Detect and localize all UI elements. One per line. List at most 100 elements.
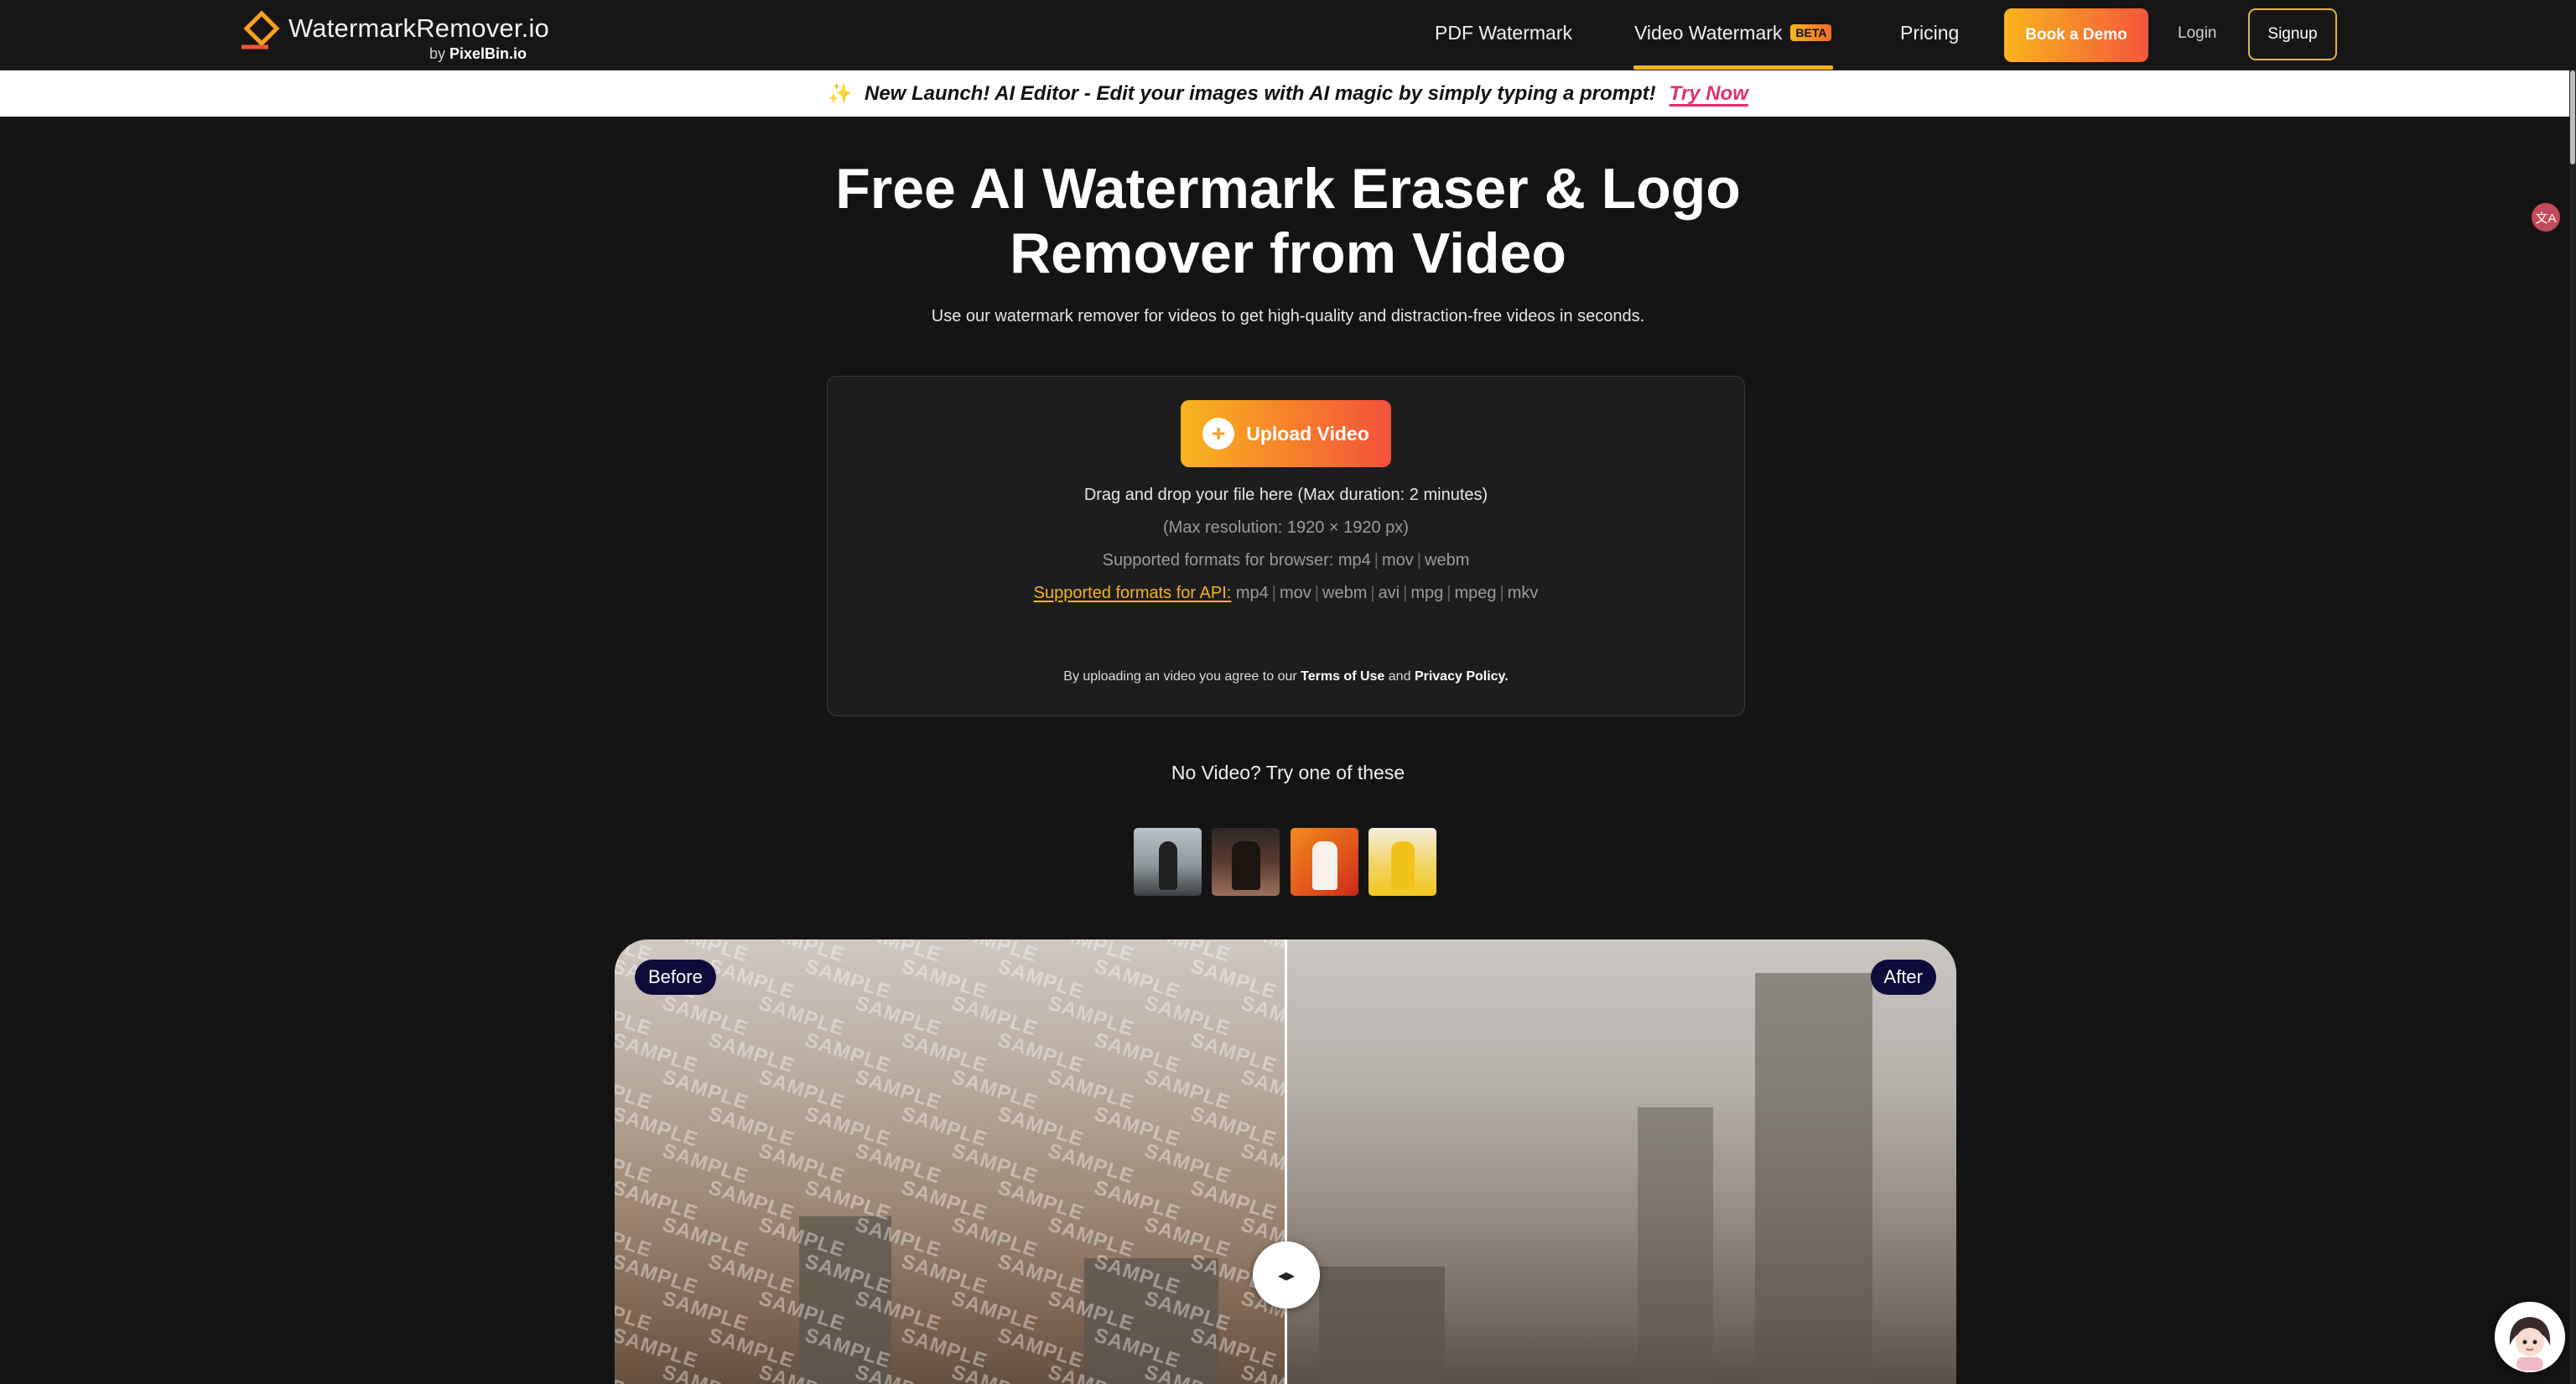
- try-now-link[interactable]: Try Now: [1670, 82, 1748, 106]
- watermark-text: SAMPLE: [802, 1324, 894, 1373]
- watermark-text: SAMPLE: [852, 1139, 944, 1189]
- left-right-arrows-icon[interactable]: ◂▸: [1253, 1241, 1320, 1309]
- watermark-text: SAMPLE: [615, 1324, 701, 1373]
- watermark-text: SAMPLE: [1045, 1065, 1137, 1115]
- watermark-text: SAMPLE: [615, 1361, 655, 1384]
- format-tag: mpg: [1410, 584, 1444, 602]
- watermark-text: SAMPLE: [898, 1250, 990, 1299]
- watermark-text: SAMPLE: [1091, 955, 1183, 1004]
- watermark-text: SAMPLE: [802, 955, 894, 1004]
- watermark-text: SAMPLE: [852, 1361, 944, 1384]
- chat-assistant-avatar-icon[interactable]: [2495, 1302, 2565, 1372]
- avatar-illustration: [2495, 1302, 2565, 1372]
- watermark-text: SAMPLE: [1045, 1361, 1137, 1384]
- brand-name: WatermarkRemover.io: [288, 13, 549, 43]
- format-tag: mp4: [1337, 551, 1371, 570]
- before-image: SAMPLE SAMPLE SAMPLE SAMPLE SAMPLE SAMPLE SAMP…: [615, 939, 1285, 1384]
- scrollbar-thumb[interactable]: [2570, 70, 2575, 164]
- watermark-text: SAMPLE: [852, 1213, 944, 1262]
- format-separator: |: [1446, 584, 1452, 602]
- watermark-text: SAMPLE: [948, 1287, 1041, 1336]
- watermark-text: SAMPLE: [948, 991, 1041, 1041]
- login-link[interactable]: Login: [2178, 24, 2217, 43]
- watermark-text: SAMPLE: [1141, 991, 1233, 1041]
- comparison-divider[interactable]: [1285, 939, 1287, 1384]
- format-tag: webm: [1425, 551, 1470, 570]
- translate-icon[interactable]: 文A: [2532, 203, 2560, 232]
- sample-video-thumbnail[interactable]: [1368, 828, 1436, 896]
- watermark-text: SAMPLE: [898, 955, 990, 1004]
- sample-video-thumbnail[interactable]: [1134, 828, 1202, 896]
- nav-pricing[interactable]: Pricing: [1900, 22, 1959, 44]
- watermark-text: SAMPLE: [1187, 1176, 1280, 1225]
- after-label: After: [1870, 960, 1936, 995]
- format-separator: |: [1370, 584, 1375, 602]
- watermark-text: SAMPLE: [659, 1213, 751, 1262]
- nav-video-watermark[interactable]: Video Watermark BETA: [1634, 22, 1832, 44]
- page-title-line-1: Free AI Watermark Eraser & Logo: [835, 157, 1741, 221]
- browser-formats-label: Supported formats for browser:: [1102, 551, 1334, 570]
- watermark-text: SAMPLE: [1045, 1213, 1137, 1262]
- watermark-text: SAMPLE: [1238, 1065, 1285, 1115]
- nav-video-label: Video Watermark: [1634, 22, 1783, 44]
- beta-badge: BETA: [1790, 24, 1832, 41]
- watermark-text: SAMPLE: [705, 1028, 797, 1078]
- watermark-text: SAMPLE: [802, 1102, 894, 1152]
- nav-pdf-watermark[interactable]: PDF Watermark: [1435, 22, 1572, 44]
- watermark-text: SAMPLE: [705, 1102, 797, 1152]
- watermark-text: SAMPLE: [615, 1102, 701, 1152]
- brand-by-prefix: by: [429, 45, 446, 62]
- watermark-text: SAMPLE: [705, 1324, 797, 1373]
- browser-formats: Supported formats for browser: mp4 | mov | w…: [828, 551, 1744, 570]
- api-formats-link[interactable]: Supported formats for API:: [1034, 584, 1232, 602]
- upload-video-button[interactable]: + Upload Video: [1181, 400, 1391, 467]
- watermark-text: SAMPLE: [705, 955, 797, 1004]
- api-formats: Supported formats for API: mp4 | mov | webm |…: [828, 584, 1744, 603]
- format-separator: |: [1374, 551, 1379, 570]
- watermark-text: SAMPLE: [1187, 1102, 1280, 1152]
- upload-video-label: Upload Video: [1246, 422, 1369, 445]
- sparkle-icon: ✨: [828, 82, 853, 105]
- format-separator: |: [1499, 584, 1504, 602]
- format-separator: |: [1271, 584, 1276, 602]
- plus-circle-icon: +: [1202, 418, 1235, 450]
- book-demo-button[interactable]: Book a Demo: [2004, 8, 2148, 62]
- watermark-text: SAMPLE: [1091, 1324, 1183, 1373]
- before-after-comparison[interactable]: SAMPLE SAMPLE SAMPLE SAMPLE SAMPLE SAMPLE SAMP…: [615, 939, 1956, 1384]
- watermark-text: SAMPLE: [615, 1176, 701, 1225]
- privacy-policy-link[interactable]: Privacy Policy.: [1415, 669, 1509, 684]
- sample-video-thumbnail[interactable]: [1212, 828, 1280, 896]
- signup-button[interactable]: Signup: [2248, 8, 2337, 60]
- watermark-text: SAMPLE: [1141, 1287, 1233, 1336]
- watermark-text: SAMPLE: [948, 1361, 1041, 1384]
- watermark-text: SAMPLE: [659, 1287, 751, 1336]
- watermark-text: SAMPLE: [1187, 1324, 1280, 1373]
- watermark-text: SAMPLE: [1091, 1250, 1183, 1299]
- upload-dropzone[interactable]: + Upload Video Drag and drop your file h…: [827, 376, 1745, 716]
- building-silhouette: [1319, 1267, 1445, 1384]
- format-tag: mov: [1280, 584, 1311, 602]
- format-separator: |: [1403, 584, 1408, 602]
- watermark-text: SAMPLE: [802, 1028, 894, 1078]
- format-tag: webm: [1322, 584, 1368, 602]
- building-silhouette: [1638, 1107, 1713, 1384]
- before-label: Before: [635, 960, 716, 995]
- format-tag: mpeg: [1454, 584, 1497, 602]
- watermark-text: SAMPLE: [659, 991, 751, 1041]
- format-separator: |: [1416, 551, 1421, 570]
- sample-videos-heading: No Video? Try one of these: [1171, 762, 1405, 783]
- terms-of-use-link[interactable]: Terms of Use: [1301, 669, 1384, 684]
- sample-video-thumbnail[interactable]: [1291, 828, 1358, 896]
- watermark-text: SAMPLE: [995, 1250, 1087, 1299]
- drag-drop-text: Drag and drop your file here (Max durati…: [1083, 486, 1488, 504]
- top-navigation-bar: WatermarkRemover.io by PixelBin.io PDF W…: [0, 0, 2576, 70]
- announcement-text: New Launch! AI Editor - Edit your images…: [864, 81, 1656, 105]
- max-resolution-text: (Max resolution: 1920 × 1920 px): [1163, 518, 1409, 537]
- sample-figure: [1312, 841, 1337, 890]
- watermark-text: SAMPLE: [1187, 1028, 1280, 1078]
- watermark-text: SAMPLE: [898, 1028, 990, 1078]
- watermark-overlay: SAMPLE SAMPLE SAMPLE SAMPLE SAMPLE SAMPLE SAMP…: [615, 939, 1285, 1384]
- watermark-text: SAMPLE: [756, 991, 848, 1041]
- page-subtitle: Use our watermark remover for videos to …: [931, 307, 1645, 325]
- watermark-text: SAMPLE: [1045, 991, 1137, 1041]
